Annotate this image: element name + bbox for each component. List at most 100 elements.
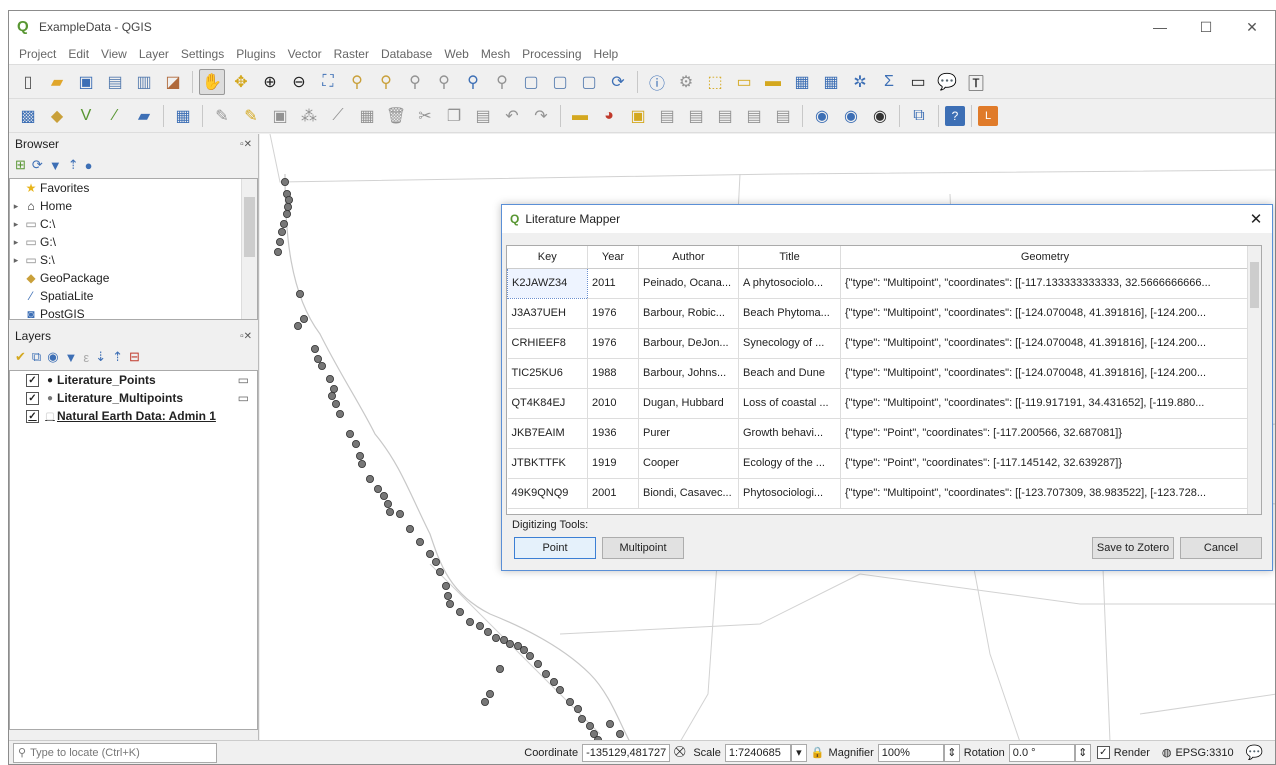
coordinate-field[interactable]: -135129,481727: [582, 743, 671, 762]
table-row[interactable]: TIC25KU6 1988 Barbour, Johns... Beach an…: [507, 358, 1250, 389]
measure-icon[interactable]: ▭: [905, 69, 931, 95]
globe-icon[interactable]: ◉: [867, 103, 893, 129]
map-point-marker[interactable]: [491, 633, 500, 642]
change-label-icon[interactable]: ▤: [770, 103, 796, 129]
cell-title[interactable]: Growth behavi...: [738, 418, 841, 449]
cell-author[interactable]: Dugan, Hubbard: [638, 388, 739, 419]
deselect-all-icon[interactable]: ▬: [760, 69, 786, 95]
map-point-marker[interactable]: [311, 344, 320, 353]
map-point-marker[interactable]: [380, 491, 389, 500]
layer-visibility-checkbox[interactable]: ✓: [26, 409, 39, 423]
close-button[interactable]: ✕: [1229, 19, 1275, 36]
browser-item-c-drive[interactable]: ▸ ▭ C:\: [10, 215, 257, 233]
cell-geometry[interactable]: {"type": "Multipoint", "coordinates": [[…: [840, 358, 1250, 389]
map-point-marker[interactable]: [314, 354, 323, 363]
browser-item-favorites[interactable]: ★ Favorites: [10, 179, 257, 197]
minimize-button[interactable]: —: [1137, 19, 1183, 36]
new-layer-icon[interactable]: ◆: [44, 103, 70, 129]
map-point-marker[interactable]: [541, 670, 550, 679]
filter-expression-icon[interactable]: ε: [83, 350, 89, 365]
cell-year[interactable]: 1936: [587, 418, 639, 449]
menu-settings[interactable]: Settings: [175, 47, 230, 61]
python-console-icon[interactable]: ⧉: [906, 103, 932, 129]
cell-author[interactable]: Barbour, Robic...: [638, 298, 739, 329]
cell-key[interactable]: QT4K84EJ: [507, 388, 588, 419]
data-source-manager-icon[interactable]: ▩: [15, 103, 41, 129]
new-map-view-icon[interactable]: ▢: [518, 69, 544, 95]
cut-features-icon[interactable]: ✂: [412, 103, 438, 129]
menu-plugins[interactable]: Plugins: [230, 47, 281, 61]
map-point-marker[interactable]: [374, 484, 383, 493]
cell-key[interactable]: 49K9QNQ9: [507, 478, 588, 509]
menu-project[interactable]: Project: [13, 47, 62, 61]
add-vector-layer-icon[interactable]: V: [73, 103, 99, 129]
cell-author[interactable]: Barbour, DeJon...: [638, 328, 739, 359]
map-point-marker[interactable]: [480, 698, 489, 707]
crs-globe-icon[interactable]: ◍: [1162, 746, 1172, 759]
zoom-last-icon[interactable]: ⚲: [460, 69, 486, 95]
maximize-button[interactable]: ☐: [1183, 19, 1229, 36]
map-tips-icon[interactable]: 💬: [934, 69, 960, 95]
crs-label[interactable]: EPSG:3310: [1175, 747, 1233, 759]
map-point-marker[interactable]: [384, 499, 393, 508]
map-point-marker[interactable]: [336, 409, 345, 418]
show-hide-labels-icon[interactable]: ▤: [683, 103, 709, 129]
map-point-marker[interactable]: [296, 289, 305, 298]
quickmapservices-icon[interactable]: ◉: [838, 103, 864, 129]
statistical-summary-icon[interactable]: Σ: [876, 69, 902, 95]
cell-title[interactable]: Beach and Dune: [738, 358, 841, 389]
save-edits-icon[interactable]: ▣: [267, 103, 293, 129]
map-point-marker[interactable]: [282, 210, 291, 219]
zoom-out-icon[interactable]: ⊖: [286, 69, 312, 95]
map-point-marker[interactable]: [425, 549, 434, 558]
cell-year[interactable]: 2011: [587, 268, 639, 299]
select-features-icon[interactable]: ⬚: [702, 69, 728, 95]
zoom-next-icon[interactable]: ⚲: [489, 69, 515, 95]
map-point-marker[interactable]: [332, 399, 341, 408]
browser-item-geopackage[interactable]: ◆ GeoPackage: [10, 269, 257, 287]
map-point-marker[interactable]: [366, 474, 375, 483]
map-point-marker[interactable]: [525, 652, 534, 661]
map-point-marker[interactable]: [485, 690, 494, 699]
cell-author[interactable]: Biondi, Casavec...: [638, 478, 739, 509]
manage-visibility-icon[interactable]: ◉: [47, 349, 58, 365]
map-point-marker[interactable]: [549, 678, 558, 687]
map-point-marker[interactable]: [519, 646, 528, 655]
menu-mesh[interactable]: Mesh: [475, 47, 516, 61]
metasearch-icon[interactable]: ◉: [809, 103, 835, 129]
new-print-layout-icon[interactable]: ▤: [102, 69, 128, 95]
column-header-year[interactable]: Year: [587, 246, 639, 269]
browser-item-postgis[interactable]: ◙ PostGIS: [10, 305, 257, 323]
cell-title[interactable]: Beach Phytoma...: [738, 298, 841, 329]
cell-geometry[interactable]: {"type": "Multipoint", "coordinates": [[…: [840, 268, 1250, 299]
column-header-title[interactable]: Title: [738, 246, 841, 269]
expand-arrow-icon[interactable]: ▸: [10, 219, 22, 230]
scale-dropdown-icon[interactable]: ▾: [790, 743, 807, 762]
cell-year[interactable]: 2001: [587, 478, 639, 509]
map-point-marker[interactable]: [300, 314, 309, 323]
cell-geometry[interactable]: {"type": "Multipoint", "coordinates": [[…: [840, 478, 1250, 509]
delete-selected-icon[interactable]: 🗑: [383, 103, 409, 129]
rotation-spin-icon[interactable]: ⇕: [1074, 743, 1091, 762]
table-row[interactable]: 49K9QNQ9 2001 Biondi, Casavec... Phytoso…: [507, 478, 1250, 509]
map-point-marker[interactable]: [435, 567, 444, 576]
layer-visibility-checkbox[interactable]: ✓: [26, 391, 39, 405]
help-icon[interactable]: ?: [945, 105, 965, 126]
map-point-marker[interactable]: [455, 607, 464, 616]
paste-features-icon[interactable]: ▤: [470, 103, 496, 129]
temporary-layer-icon[interactable]: ▭: [238, 373, 249, 387]
cell-geometry[interactable]: {"type": "Multipoint", "coordinates": [[…: [840, 298, 1250, 329]
current-edits-icon[interactable]: ✎: [209, 103, 235, 129]
cell-title[interactable]: Loss of coastal ...: [738, 388, 841, 419]
map-point-marker[interactable]: [505, 639, 514, 648]
highlight-pinned-labels-icon[interactable]: ▣: [625, 103, 651, 129]
map-point-marker[interactable]: [555, 686, 564, 695]
layer-item-points[interactable]: ✓ ● Literature_Points ▭: [10, 371, 257, 389]
toggle-editing-icon[interactable]: ✎: [238, 103, 264, 129]
layout-manager-icon[interactable]: ▥: [131, 69, 157, 95]
map-point-marker[interactable]: [395, 509, 404, 518]
menu-edit[interactable]: Edit: [62, 47, 95, 61]
panel-float-close-icon[interactable]: ▫✕: [240, 331, 252, 342]
zoom-native-icon[interactable]: ⚲: [402, 69, 428, 95]
identify-features-icon[interactable]: ⓘ: [644, 69, 670, 95]
